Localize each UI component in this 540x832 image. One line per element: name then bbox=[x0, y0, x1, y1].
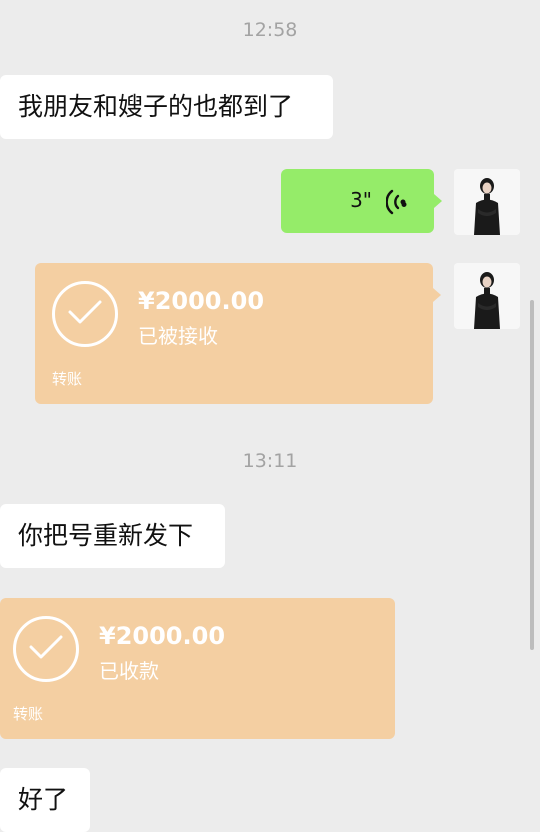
avatar-icon bbox=[454, 169, 520, 235]
transfer-card-received[interactable]: ¥2000.00 已收款 转账 bbox=[0, 598, 395, 739]
voice-duration: 3" bbox=[350, 188, 372, 212]
transfer-status: 已被接收 bbox=[138, 324, 218, 348]
avatar-icon bbox=[454, 263, 520, 329]
transfer-amount: ¥2000.00 bbox=[138, 287, 265, 315]
message-bubble-incoming[interactable]: 你把号重新发下 bbox=[0, 504, 225, 568]
avatar[interactable] bbox=[454, 263, 520, 329]
voice-message-bubble[interactable]: 3" bbox=[281, 169, 442, 233]
scrollbar[interactable] bbox=[530, 300, 534, 650]
check-circle-icon bbox=[13, 616, 79, 682]
check-circle-icon bbox=[52, 281, 118, 347]
transfer-card-sent[interactable]: ¥2000.00 已被接收 转账 bbox=[35, 263, 441, 404]
timestamp: 12:58 bbox=[242, 19, 298, 41]
transfer-status: 已收款 bbox=[99, 659, 159, 683]
message-bubble-incoming[interactable]: 好了 bbox=[0, 768, 90, 832]
avatar[interactable] bbox=[454, 169, 520, 235]
message-bubble-incoming[interactable]: 我朋友和嫂子的也都到了 bbox=[0, 75, 333, 139]
voice-wave-icon bbox=[385, 188, 408, 216]
transfer-label: 转账 bbox=[13, 705, 44, 723]
transfer-label: 转账 bbox=[52, 370, 83, 388]
transfer-amount: ¥2000.00 bbox=[99, 622, 226, 650]
timestamp: 13:11 bbox=[242, 450, 298, 472]
